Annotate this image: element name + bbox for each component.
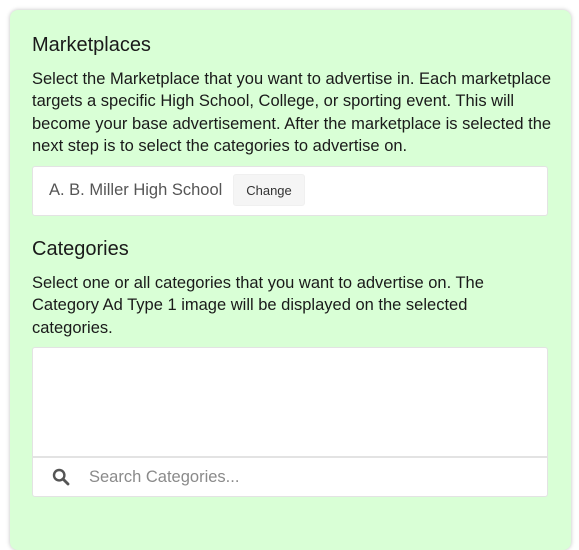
category-search [32, 457, 548, 497]
marketplaces-heading: Marketplaces [32, 34, 151, 56]
selected-marketplace: A. B. Miller High School Change [32, 166, 548, 216]
search-icon [52, 468, 70, 486]
advertise-card: Marketplaces Select the Marketplace that… [10, 10, 571, 550]
categories-heading: Categories [32, 238, 129, 260]
marketplaces-description: Select the Marketplace that you want to … [32, 70, 552, 155]
change-marketplace-button[interactable]: Change [233, 174, 305, 206]
categories-list[interactable] [32, 347, 548, 457]
search-categories-input[interactable] [89, 462, 529, 492]
categories-description: Select one or all categories that you wa… [32, 274, 484, 337]
selected-marketplace-name: A. B. Miller High School [49, 181, 223, 199]
